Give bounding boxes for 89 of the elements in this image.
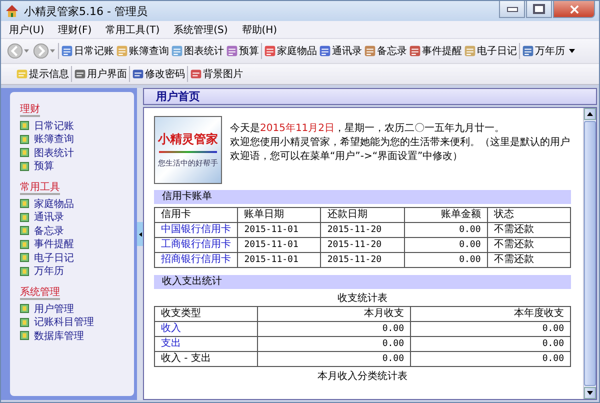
table-cell: 0.00 [410, 352, 570, 366]
sidebar-link[interactable]: 电子日记 [34, 250, 74, 265]
toolbar-button[interactable]: 事件提醒 [408, 42, 463, 60]
category-link[interactable]: 支出 [154, 336, 258, 352]
collapse-handle[interactable] [137, 222, 143, 246]
table-cell: 不需还款 [487, 238, 570, 252]
sidebar-link[interactable]: 万年历 [34, 264, 64, 278]
welcome-text: 欢迎您使用小精灵管家，希望她能为您的生活带来便利。（这里是默认的用户欢迎语，您可以在菜单“用户”->“界面设置”中修改） [230, 136, 571, 164]
forward-icon[interactable] [33, 43, 49, 59]
sidebar-link[interactable]: 事件提醒 [34, 237, 74, 252]
close-icon [570, 4, 578, 14]
toolbar-button[interactable]: 背景图片 [189, 65, 244, 83]
scrollbar[interactable] [583, 108, 596, 399]
table-cell: 不需还款 [487, 252, 570, 268]
table-cell: 不需还款 [487, 222, 570, 238]
table-cell: 2015-11-20 [320, 238, 404, 252]
table-cell: 2015-11-20 [320, 222, 404, 238]
table-cell: 0.00 [258, 322, 410, 336]
page-header: 用户首页 [143, 88, 597, 105]
table-title: 收支统计表 [336, 292, 388, 305]
card-link[interactable]: 中国银行信用卡 [154, 222, 238, 238]
column-header: 账单日期 [238, 208, 321, 222]
menu-item[interactable]: 用户(U) [9, 22, 44, 36]
sidebar-link[interactable]: 家庭物品 [34, 196, 74, 211]
toolbar-button[interactable]: 备忘录 [363, 42, 408, 60]
table-cell: 2015-11-20 [320, 252, 404, 268]
maximize-button[interactable] [526, 1, 552, 18]
menu-item[interactable]: 帮助(H) [242, 22, 278, 36]
toolbar-button[interactable]: 提示信息 [15, 65, 70, 83]
toolbar-button[interactable]: 修改密码 [131, 65, 186, 83]
toolbar-button[interactable]: 电子日记 [463, 42, 518, 60]
window-title: 小精灵管家5.16 - 管理员 [24, 4, 148, 18]
toolbar-button[interactable]: 账簿查询 [115, 42, 170, 60]
toolbar-button[interactable]: 日常记账 [60, 42, 115, 60]
table-cell: 2015-11-01 [238, 222, 321, 238]
toolbar-button[interactable]: 用户界面 [73, 65, 128, 83]
scroll-down-icon [587, 391, 593, 395]
sidebar-group-title: 理财 [20, 104, 40, 117]
table-cell: 2015-11-01 [238, 252, 321, 268]
sidebar-link[interactable]: 记账科目管理 [34, 315, 94, 330]
table-cell: 2015-11-01 [238, 238, 321, 252]
column-header: 本年度收支 [410, 306, 570, 322]
table-cell: 0.00 [404, 222, 488, 238]
sidebar-link[interactable]: 通讯录 [34, 210, 64, 224]
back-icon[interactable] [7, 43, 23, 59]
scroll-up-icon [587, 112, 593, 116]
card-link[interactable]: 工商银行信用卡 [154, 238, 238, 252]
section-header: 信用卡账单 [154, 190, 571, 204]
house-icon [5, 4, 19, 18]
toolbar-button[interactable]: 家庭物品 [263, 42, 318, 60]
menu-item[interactable]: 系统管理(S) [174, 22, 228, 36]
toolbar-button[interactable]: 预算 [225, 42, 260, 60]
column-header: 信用卡 [154, 208, 238, 222]
greeting-text: 今天是2015年11月2日，星期一，农历二〇一五年九月廿一。 [230, 122, 506, 136]
table-cell: 0.00 [258, 336, 410, 352]
table-cell: 0.00 [404, 252, 488, 268]
toolbar-button[interactable]: 万年历 [521, 42, 576, 60]
column-header: 账单金额 [404, 208, 488, 222]
section-header: 收入支出统计 [154, 275, 571, 289]
close-button[interactable] [553, 1, 595, 18]
minimize-button[interactable] [499, 1, 525, 18]
toolbar-button[interactable]: 通讯录 [318, 42, 363, 60]
sidebar-link[interactable]: 图表统计 [34, 146, 74, 160]
sidebar-link[interactable]: 数据库管理 [34, 328, 84, 343]
sidebar-link[interactable]: 日常记账 [34, 118, 74, 133]
table-cell: 0.00 [404, 238, 488, 252]
table-cell: 0.00 [410, 336, 570, 352]
table-title: 本月收入分类统计表 [316, 370, 408, 383]
category-link[interactable]: 收入 [154, 322, 258, 336]
sidebar-link[interactable]: 用户管理 [34, 302, 74, 316]
table-cell: 0.00 [410, 322, 570, 336]
sidebar-group-title: 系统管理 [20, 287, 60, 300]
caret-icon [569, 49, 575, 53]
menu-item[interactable]: 常用工具(T) [106, 22, 160, 36]
caret-icon[interactable] [24, 49, 29, 53]
column-header: 收支类型 [154, 306, 258, 322]
caret-icon[interactable] [50, 49, 55, 53]
card-link[interactable]: 招商银行信用卡 [154, 252, 238, 268]
menu-item[interactable]: 理财(F) [58, 22, 92, 36]
table-cell: 收入 - 支出 [154, 352, 258, 366]
column-header: 本月收支 [258, 306, 410, 322]
sidebar-link[interactable]: 预算 [34, 159, 54, 174]
sidebar-group-title: 常用工具 [20, 182, 60, 195]
column-header: 状态 [487, 208, 570, 222]
column-header: 还款日期 [320, 208, 404, 222]
sidebar-link[interactable]: 账簿查询 [34, 132, 74, 146]
toolbar-button[interactable]: 图表统计 [170, 42, 225, 60]
sidebar-link[interactable]: 备忘录 [34, 224, 64, 238]
table-cell: 0.00 [258, 352, 410, 366]
